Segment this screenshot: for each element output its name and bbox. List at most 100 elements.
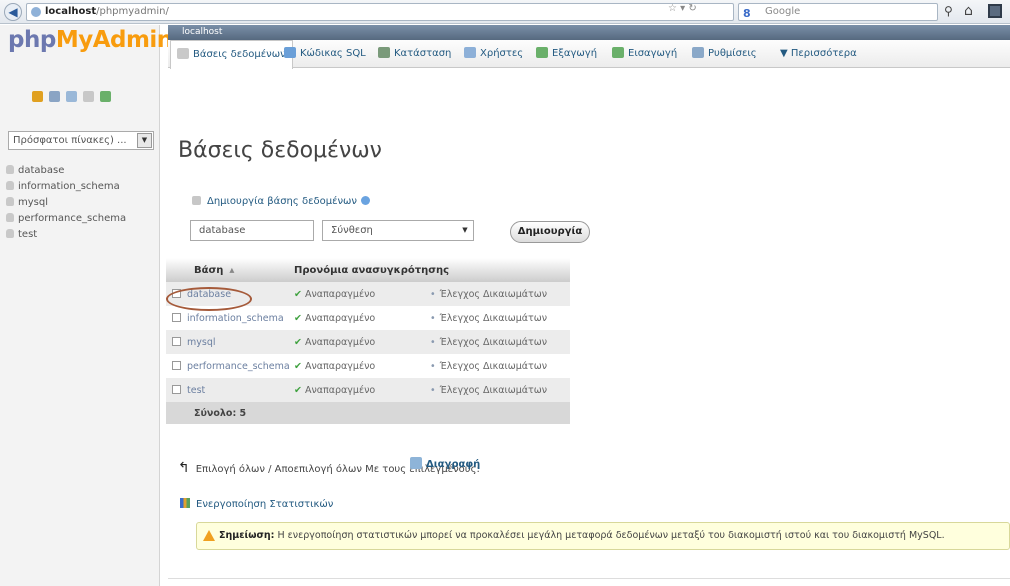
google-icon: 8 xyxy=(743,7,751,20)
phpmyadmin-logo[interactable]: phpMyAdmin xyxy=(8,27,173,53)
privileges-icon: • xyxy=(430,336,436,348)
notice-message: Σημείωση: Η ενεργοποίηση στατιστικών μπο… xyxy=(196,522,1010,550)
browser-search-bar[interactable]: 8 Google xyxy=(738,3,938,21)
check-privileges-link[interactable]: • Έλεγχος Δικαιωμάτων xyxy=(430,282,570,306)
help-icon[interactable] xyxy=(361,196,371,205)
settings-icon xyxy=(692,47,704,58)
database-icon xyxy=(6,165,14,174)
database-link[interactable]: test xyxy=(187,385,205,396)
create-database-button[interactable]: Δημιουργία xyxy=(510,221,590,243)
nav-db-item[interactable]: test xyxy=(6,227,126,243)
url-bar[interactable]: localhost/phpmyadmin/ xyxy=(26,3,734,21)
column-header-replication: Προνόμια ανασυγκρότησης xyxy=(294,258,570,282)
import-icon xyxy=(612,47,624,58)
checkmark-icon: ✔ xyxy=(294,312,302,324)
database-name-input[interactable]: database xyxy=(190,220,314,241)
table-total-row: Σύνολο: 5 xyxy=(166,402,570,424)
tab-import[interactable]: Εισαγωγή xyxy=(606,40,683,68)
chevron-down-icon: ▼ xyxy=(137,133,152,148)
tab-databases[interactable]: Βάσεις δεδομένων xyxy=(170,40,293,69)
url-host: localhost xyxy=(45,6,97,17)
check-privileges-link[interactable]: • Έλεγχος Δικαιωμάτων xyxy=(430,330,570,354)
checkmark-icon: ✔ xyxy=(294,336,302,348)
tab-sql[interactable]: Κώδικας SQL xyxy=(278,40,372,68)
bookmarks-icon[interactable] xyxy=(988,4,1002,18)
drop-button[interactable]: Διαγραφή xyxy=(410,455,480,475)
database-link[interactable]: performance_schema xyxy=(187,361,290,372)
table-row: performance_schema ✔ Αναπαραγμένο • Έλεγχο… xyxy=(166,354,570,378)
notice-text: Η ενεργοποίηση στατιστικών μπορεί να προ… xyxy=(277,530,945,541)
left-navigation: phpMyAdmin Πρόσφατοι πίνακες) ... ▼ data… xyxy=(0,25,173,586)
recent-tables-select[interactable]: Πρόσφατοι πίνακες) ... ▼ xyxy=(8,131,154,150)
drop-icon xyxy=(410,457,422,469)
help-icon[interactable] xyxy=(66,91,77,102)
row-checkbox[interactable] xyxy=(172,384,181,394)
database-link[interactable]: mysql xyxy=(187,337,216,348)
database-icon xyxy=(6,229,14,238)
replication-status: Αναπαραγμένο xyxy=(304,360,376,372)
total-count: Σύνολο: 5 xyxy=(166,402,570,424)
home-icon[interactable]: ⌂ xyxy=(964,3,973,19)
browser-search-placeholder: Google xyxy=(765,6,801,17)
column-header-database[interactable]: Βάση ▴ xyxy=(166,258,294,282)
warning-icon xyxy=(203,530,215,541)
create-database-toggle[interactable]: Δημιουργία βάσης δεδομένων xyxy=(192,196,371,207)
database-tree: database information_schema mysql perfor… xyxy=(6,163,126,243)
chart-icon xyxy=(180,498,190,508)
table-header-row: Βάση ▴ Προνόμια ανασυγκρότησης xyxy=(166,258,570,282)
privileges-icon: • xyxy=(430,312,436,324)
notice-prefix: Σημείωση: xyxy=(219,530,275,541)
tab-export[interactable]: Εξαγωγή xyxy=(530,40,603,68)
table-row: test ✔ Αναπαραγμένο • Έλεγχος Δικαιωμάτων xyxy=(166,378,570,402)
nav-db-item[interactable]: performance_schema xyxy=(6,211,126,227)
reload-icon[interactable] xyxy=(100,91,111,102)
users-icon xyxy=(464,47,476,58)
home-icon[interactable] xyxy=(32,91,43,102)
privileges-icon: • xyxy=(430,360,436,372)
chevron-down-icon: ▼ xyxy=(462,226,468,234)
nav-db-item[interactable]: database xyxy=(6,163,126,179)
nav-db-item[interactable]: mysql xyxy=(6,195,126,211)
divider xyxy=(168,578,1010,579)
enable-statistics-link[interactable]: Ενεργοποίηση Στατιστικών xyxy=(180,498,333,510)
privileges-icon: • xyxy=(430,288,436,300)
database-icon xyxy=(6,181,14,190)
logout-icon[interactable] xyxy=(49,91,60,102)
server-breadcrumb[interactable]: localhost xyxy=(168,25,1010,40)
tab-settings[interactable]: Ρυθμίσεις xyxy=(686,40,763,68)
database-icon xyxy=(6,197,14,206)
nav-db-item[interactable]: information_schema xyxy=(6,179,126,195)
tab-users[interactable]: Χρήστες xyxy=(458,40,529,68)
server-label: localhost xyxy=(182,27,223,37)
database-icon xyxy=(6,213,14,222)
page-title: Βάσεις δεδομένων xyxy=(178,138,382,163)
replication-status: Αναπαραγμένο xyxy=(304,288,376,300)
main-tabs: Βάσεις δεδομένων Κώδικας SQL Κατάσταση Χ… xyxy=(168,40,1010,69)
database-link[interactable]: information_schema xyxy=(187,313,284,324)
url-path: /phpmyadmin/ xyxy=(96,6,169,17)
tab-more[interactable]: ▼ Περισσότερα xyxy=(774,40,863,68)
check-privileges-link[interactable]: • Έλεγχος Δικαιωμάτων xyxy=(430,306,570,330)
star-icon[interactable]: ☆ ▾ ↻ xyxy=(668,3,697,14)
checkmark-icon: ✔ xyxy=(294,384,302,396)
row-checkbox[interactable] xyxy=(172,360,181,370)
row-checkbox[interactable] xyxy=(172,312,181,322)
replication-status: Αναπαραγμένο xyxy=(304,336,376,348)
check-privileges-link[interactable]: • Έλεγχος Δικαιωμάτων xyxy=(430,378,570,402)
status-icon xyxy=(378,47,390,58)
export-icon xyxy=(536,47,548,58)
back-icon[interactable]: ◀ xyxy=(4,3,22,21)
globe-icon xyxy=(31,7,41,17)
tab-status[interactable]: Κατάσταση xyxy=(372,40,457,68)
chevron-down-icon: ▼ xyxy=(780,48,791,59)
checkmark-icon: ✔ xyxy=(294,288,302,300)
row-checkbox[interactable] xyxy=(172,336,181,346)
search-icon[interactable]: ⚲ xyxy=(944,4,953,18)
collation-select[interactable]: Σύνθεση ▼ xyxy=(322,220,474,241)
browser-toolbar: ◀ localhost/phpmyadmin/ ☆ ▾ ↻ 8 Google ⚲… xyxy=(0,0,1010,24)
docs-icon[interactable] xyxy=(83,91,94,102)
check-privileges-link[interactable]: • Έλεγχος Δικαιωμάτων xyxy=(430,354,570,378)
privileges-icon: • xyxy=(430,384,436,396)
sql-icon xyxy=(284,47,296,58)
highlight-annotation xyxy=(166,287,252,311)
